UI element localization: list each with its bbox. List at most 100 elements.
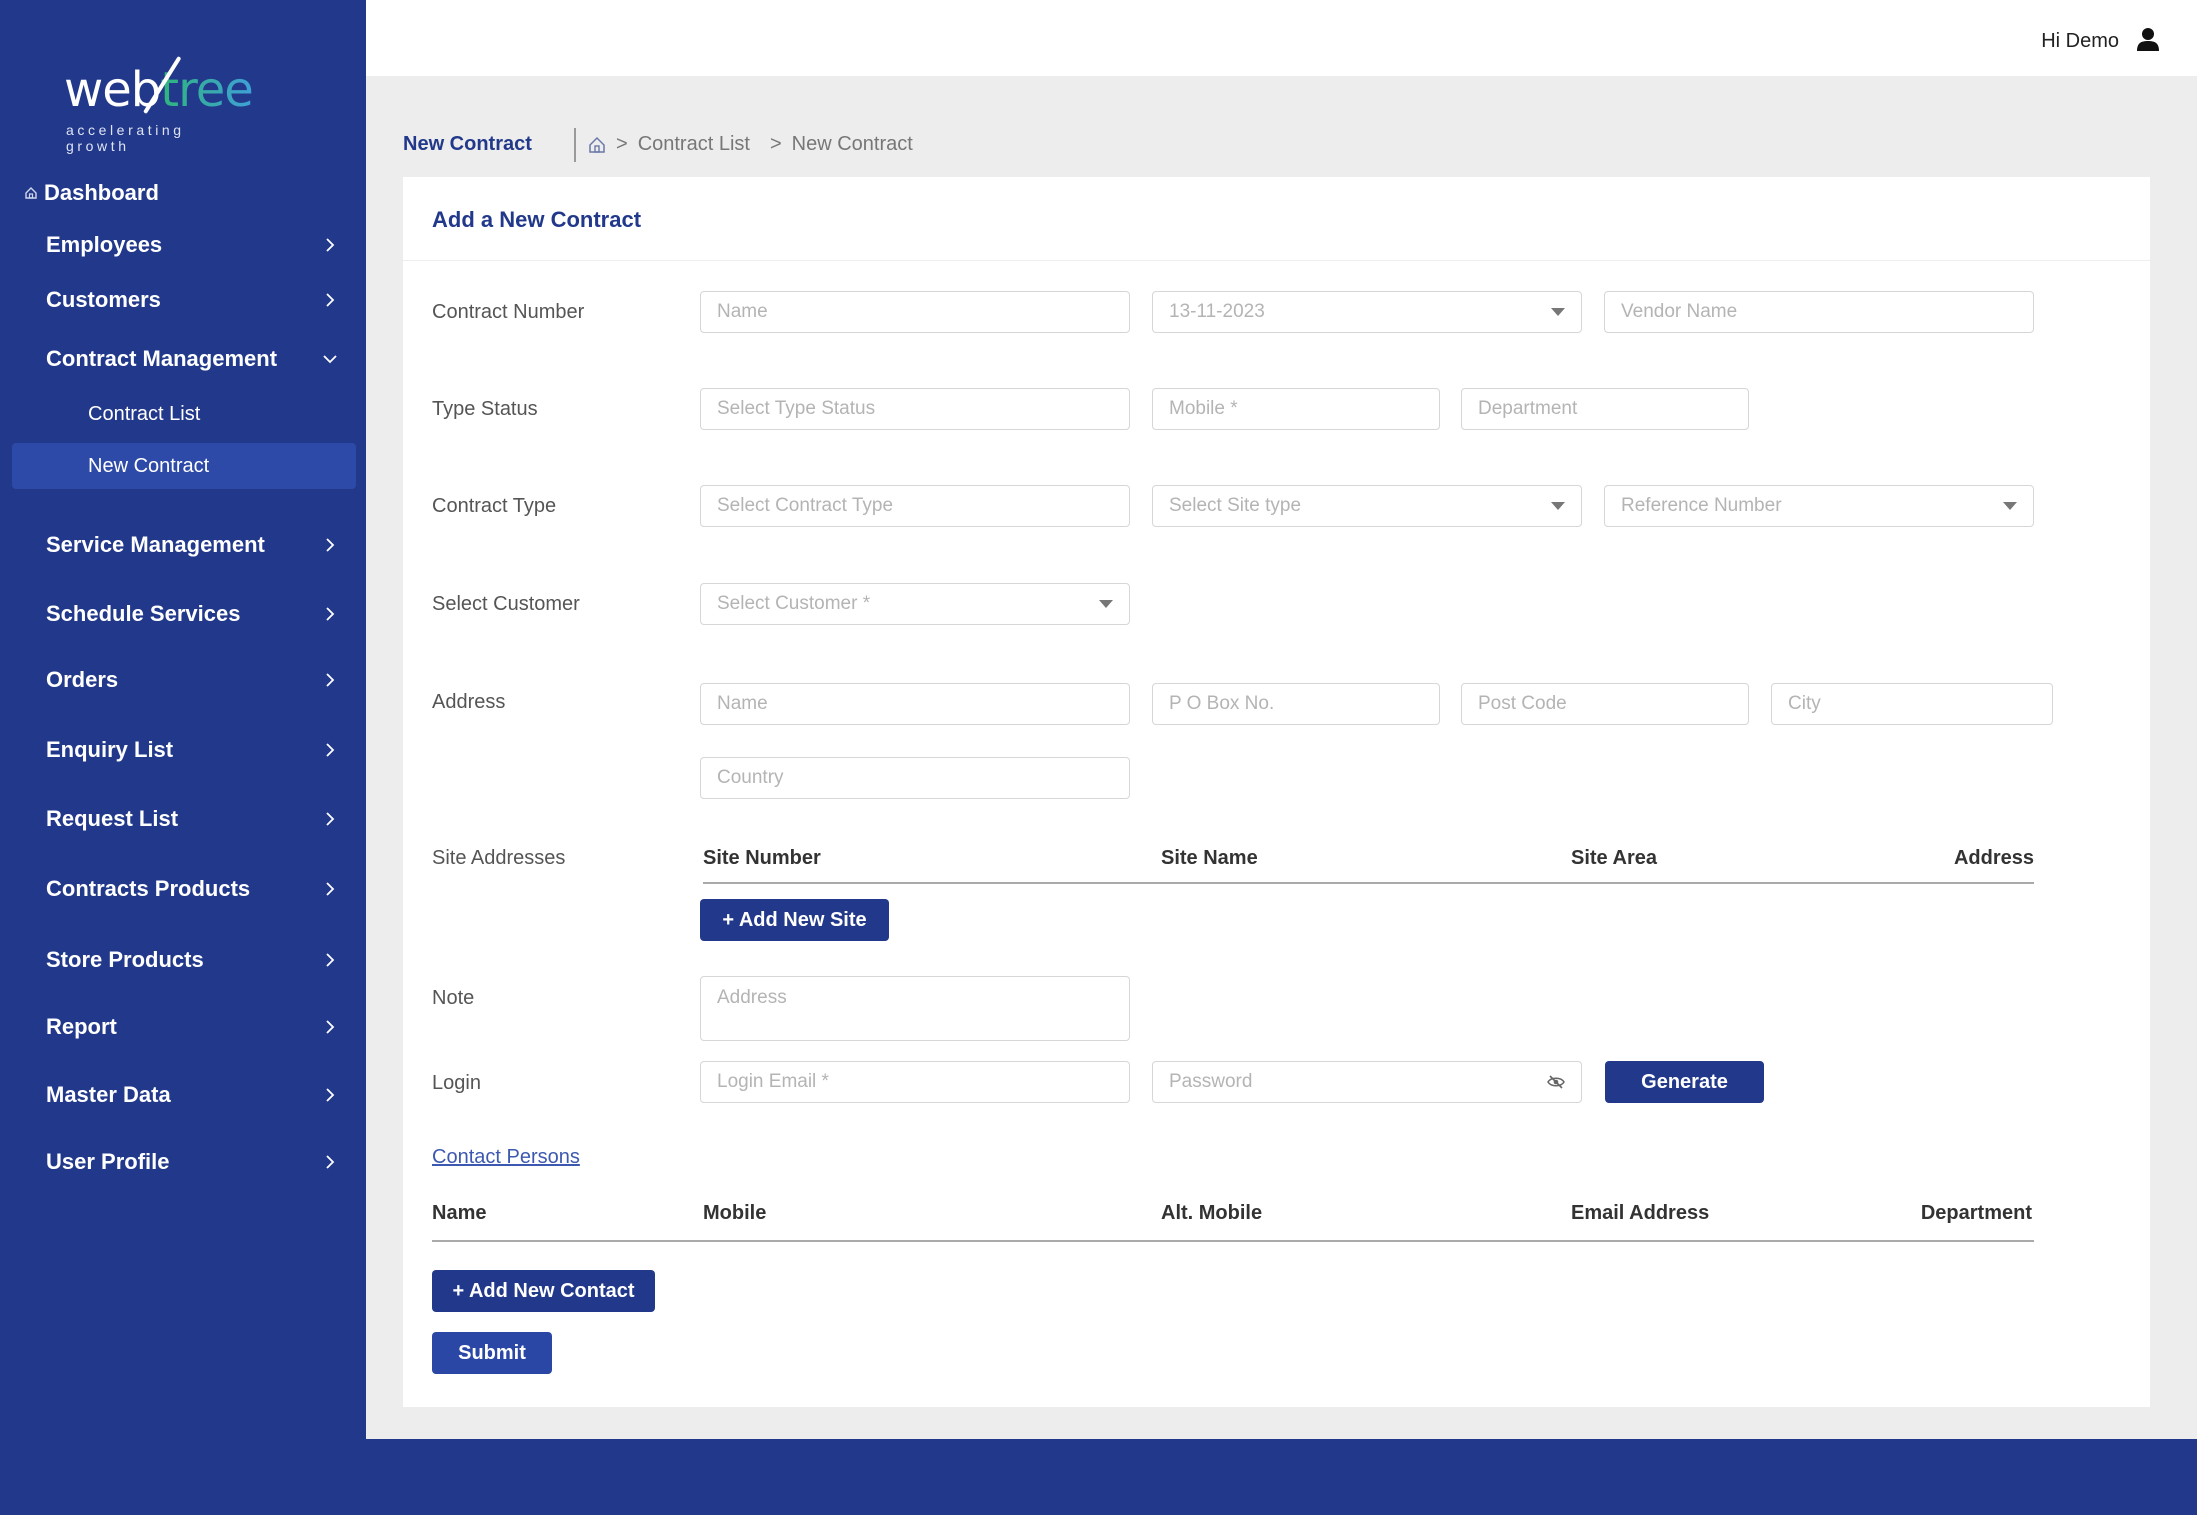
- placeholder: City: [1788, 693, 1821, 714]
- site-table-header-line: [703, 882, 2034, 884]
- eye-off-icon[interactable]: [1547, 1075, 1565, 1089]
- add-new-contact-button[interactable]: + Add New Contact: [432, 1270, 655, 1312]
- sidebar-item-label: Contracts Products: [46, 876, 251, 901]
- sidebar-item-label: Report: [46, 1014, 117, 1039]
- sidebar-item-label: Service Management: [46, 532, 265, 557]
- submit-button[interactable]: Submit: [432, 1332, 552, 1374]
- sidebar-subitem-label: Contract List: [88, 402, 201, 425]
- site-col-address: Address: [1953, 847, 2034, 869]
- sidebar-item-label: Employees: [46, 232, 163, 257]
- breadcrumb: > Contract List > New Contract: [588, 133, 913, 156]
- sidebar-item-master-data[interactable]: Master Data: [46, 1075, 346, 1115]
- sidebar-subitem-new-contract[interactable]: New Contract: [12, 443, 356, 489]
- contact-col-mobile: Mobile: [703, 1202, 767, 1224]
- password-input[interactable]: Password: [1152, 1061, 1582, 1103]
- sidebar-item-report[interactable]: Report: [46, 1007, 346, 1047]
- sidebar-item-store-products[interactable]: Store Products: [46, 940, 346, 980]
- sidebar-item-label: Schedule Services: [46, 601, 241, 626]
- contact-table-header-line: [432, 1240, 2034, 1242]
- placeholder: Reference Number: [1621, 495, 1782, 516]
- login-email-input[interactable]: Login Email *: [700, 1061, 1130, 1103]
- contract-name-input[interactable]: Name: [700, 291, 1130, 333]
- sidebar-item-contracts-products[interactable]: Contracts Products: [46, 869, 346, 909]
- chevron-right-icon: [326, 743, 335, 757]
- sidebar-item-label: Dashboard: [44, 180, 159, 205]
- sidebar-subitem-contract-list[interactable]: Contract List: [12, 391, 356, 437]
- logo-tree: tree: [160, 62, 254, 118]
- placeholder: Mobile *: [1169, 398, 1238, 419]
- label-note: Note: [432, 987, 475, 1009]
- chevron-right-icon: [326, 1155, 335, 1169]
- footer-bar: [366, 1439, 2197, 1515]
- label-login: Login: [432, 1072, 481, 1094]
- sidebar-item-label: Orders: [46, 667, 119, 692]
- contract-type-select[interactable]: Select Contract Type: [700, 485, 1130, 527]
- form-title-divider: [403, 260, 2150, 261]
- sidebar-item-label: Store Products: [46, 947, 204, 972]
- mobile-input[interactable]: Mobile *: [1152, 388, 1440, 430]
- placeholder: Name: [717, 693, 768, 714]
- generate-button[interactable]: Generate: [1605, 1061, 1764, 1103]
- top-bar: Hi Demo: [366, 0, 2197, 76]
- placeholder: Select Type Status: [717, 398, 876, 419]
- sidebar-item-employees[interactable]: Employees: [46, 225, 346, 265]
- sidebar: webtree accelerating growth Dashboard Em…: [0, 0, 366, 1515]
- customer-select[interactable]: Select Customer *: [700, 583, 1130, 625]
- po-box-input[interactable]: P O Box No.: [1152, 683, 1440, 725]
- site-col-site-number: Site Number: [703, 847, 821, 869]
- page-title: New Contract: [403, 133, 532, 155]
- sidebar-item-label: Master Data: [46, 1082, 171, 1107]
- contact-col-name: Name: [432, 1202, 487, 1224]
- breadcrumb-separator: >: [616, 133, 628, 155]
- site-col-site-name: Site Name: [1161, 847, 1258, 869]
- webtree-logo[interactable]: webtree accelerating growth: [64, 56, 254, 154]
- chevron-down-icon: [323, 355, 337, 364]
- contact-col-department: Department: [1920, 1202, 2032, 1224]
- placeholder: Select Contract Type: [717, 495, 894, 516]
- vendor-name-input[interactable]: Vendor Name: [1604, 291, 2034, 333]
- sidebar-item-dashboard[interactable]: Dashboard: [24, 180, 159, 206]
- add-new-site-button[interactable]: + Add New Site: [700, 899, 889, 941]
- note-textarea[interactable]: Address: [700, 976, 1130, 1041]
- date-picker[interactable]: 13-11-2023: [1152, 291, 1582, 333]
- user-icon[interactable]: [2135, 26, 2161, 52]
- label-site-addresses: Site Addresses: [432, 847, 566, 869]
- reference-number-select[interactable]: Reference Number: [1604, 485, 2034, 527]
- type-status-select[interactable]: Select Type Status: [700, 388, 1130, 430]
- sidebar-item-contract-management[interactable]: Contract Management: [46, 339, 346, 379]
- caret-down-icon: [1551, 502, 1565, 510]
- sidebar-item-label: Customers: [46, 287, 161, 312]
- home-icon[interactable]: [588, 136, 606, 154]
- placeholder: P O Box No.: [1169, 693, 1275, 714]
- sidebar-subitem-label: New Contract: [88, 454, 210, 477]
- sidebar-item-request-list[interactable]: Request List: [46, 799, 346, 839]
- sidebar-item-service-management[interactable]: Service Management: [46, 525, 346, 565]
- sidebar-item-user-profile[interactable]: User Profile: [46, 1142, 346, 1182]
- post-code-input[interactable]: Post Code: [1461, 683, 1749, 725]
- site-col-site-area: Site Area: [1571, 847, 1657, 869]
- site-type-select[interactable]: Select Site type: [1152, 485, 1582, 527]
- sidebar-item-enquiry-list[interactable]: Enquiry List: [46, 730, 346, 770]
- chevron-right-icon: [326, 238, 335, 252]
- sidebar-item-orders[interactable]: Orders: [46, 660, 346, 700]
- sidebar-item-schedule-services[interactable]: Schedule Services: [46, 594, 346, 634]
- chevron-right-icon: [326, 293, 335, 307]
- chevron-right-icon: [326, 882, 335, 896]
- address-name-input[interactable]: Name: [700, 683, 1130, 725]
- chevron-right-icon: [326, 538, 335, 552]
- chevron-right-icon: [326, 1088, 335, 1102]
- user-greeting[interactable]: Hi Demo: [2041, 30, 2119, 53]
- caret-down-icon: [1099, 600, 1113, 608]
- label-select-customer: Select Customer: [432, 593, 580, 615]
- department-input[interactable]: Department: [1461, 388, 1749, 430]
- label-type-status: Type Status: [432, 398, 538, 420]
- city-input[interactable]: City: [1771, 683, 2053, 725]
- contact-persons-link[interactable]: Contact Persons: [432, 1146, 580, 1169]
- country-input[interactable]: Country: [700, 757, 1130, 799]
- breadcrumb-contract-list[interactable]: Contract List: [638, 133, 750, 156]
- placeholder: Name: [717, 301, 768, 322]
- form-title: Add a New Contract: [432, 207, 642, 232]
- placeholder: Post Code: [1478, 693, 1567, 714]
- placeholder: Department: [1478, 398, 1578, 419]
- sidebar-item-customers[interactable]: Customers: [46, 280, 346, 320]
